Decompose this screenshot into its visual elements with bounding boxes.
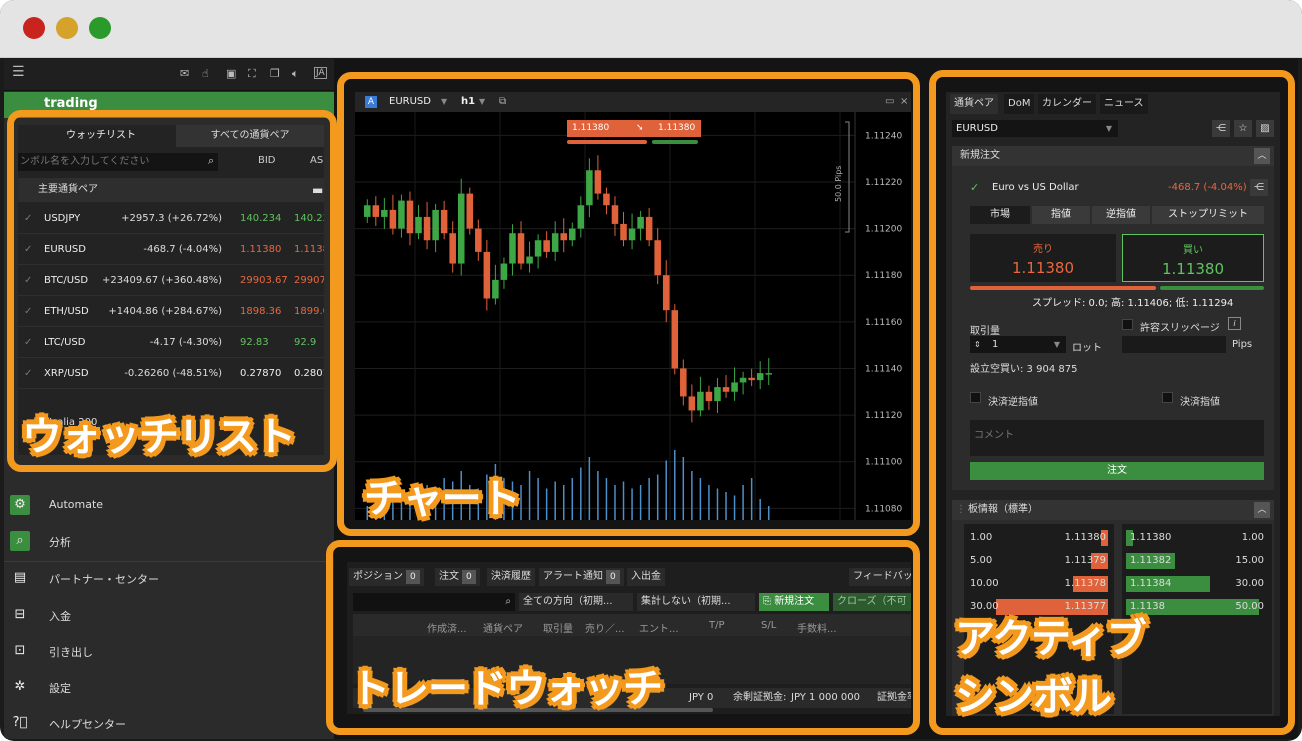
menu-item-label: ヘルプセンター — [49, 718, 126, 731]
menu-item-label: パートナー・センター — [49, 573, 159, 586]
tradewatch-annotation: トレードウォッチ — [350, 666, 663, 712]
window-icon[interactable]: ❐ — [270, 67, 280, 80]
active-symbol-annotation-2: シンボル — [955, 674, 1112, 720]
gear-icon: ✲ — [14, 679, 26, 694]
menu-item-label: 引き出し — [49, 646, 93, 659]
sound-icon[interactable]: 🔈︎ — [292, 67, 299, 81]
title-bar — [0, 0, 1302, 58]
menu-item-label: 設定 — [49, 682, 71, 695]
screen-icon[interactable]: ▣ — [226, 67, 236, 80]
menu-item-label: 入金 — [49, 610, 71, 623]
brand-label: trading — [44, 96, 98, 111]
menu-item-automate[interactable]: ⚙ Automate — [4, 487, 334, 523]
close-window-button[interactable] — [23, 17, 45, 39]
menu-item-label: Automate — [49, 498, 104, 511]
menu-item-settings[interactable]: ✲ 設定 — [4, 669, 334, 705]
sidebar-toolbar: ☰ ✉ ☝ ▣ ⛶ ❐ 🔈︎ JA — [4, 59, 334, 91]
fullscreen-icon[interactable]: ⛶ — [248, 67, 256, 81]
robot-icon: ⚙ — [10, 495, 30, 515]
active-symbol-annotation-1: アクティブ — [955, 616, 1147, 662]
briefcase-icon: ▤ — [13, 570, 27, 585]
menu-item-partner-center[interactable]: ▤ パートナー・センター — [4, 560, 334, 596]
pointer-icon[interactable]: ☝ — [202, 67, 209, 80]
menu-item-deposit[interactable]: ⊟ 入金 — [4, 597, 334, 633]
language-icon[interactable]: JA — [314, 67, 327, 79]
menu-item-withdraw[interactable]: ⊡ 引き出し — [4, 633, 334, 669]
deposit-icon: ⊟ — [14, 607, 26, 622]
menu-item-analysis[interactable]: ⌕ 分析 — [4, 523, 334, 559]
analysis-icon: ⌕ — [10, 531, 30, 551]
watchlist-annotation: ウォッチリスト — [22, 414, 296, 460]
mail-icon[interactable]: ✉ — [180, 67, 189, 80]
help-icon: ?⃝ — [12, 715, 28, 730]
minimize-window-button[interactable] — [56, 17, 78, 39]
withdraw-icon: ⊡ — [14, 643, 26, 658]
menu-item-label: 分析 — [49, 536, 71, 549]
chart-annotation: チャート — [364, 476, 521, 522]
hamburger-menu-icon[interactable]: ☰ — [12, 64, 25, 80]
maximize-window-button[interactable] — [89, 17, 111, 39]
menu-item-help[interactable]: ?⃝ ヘルプセンター — [4, 705, 334, 741]
